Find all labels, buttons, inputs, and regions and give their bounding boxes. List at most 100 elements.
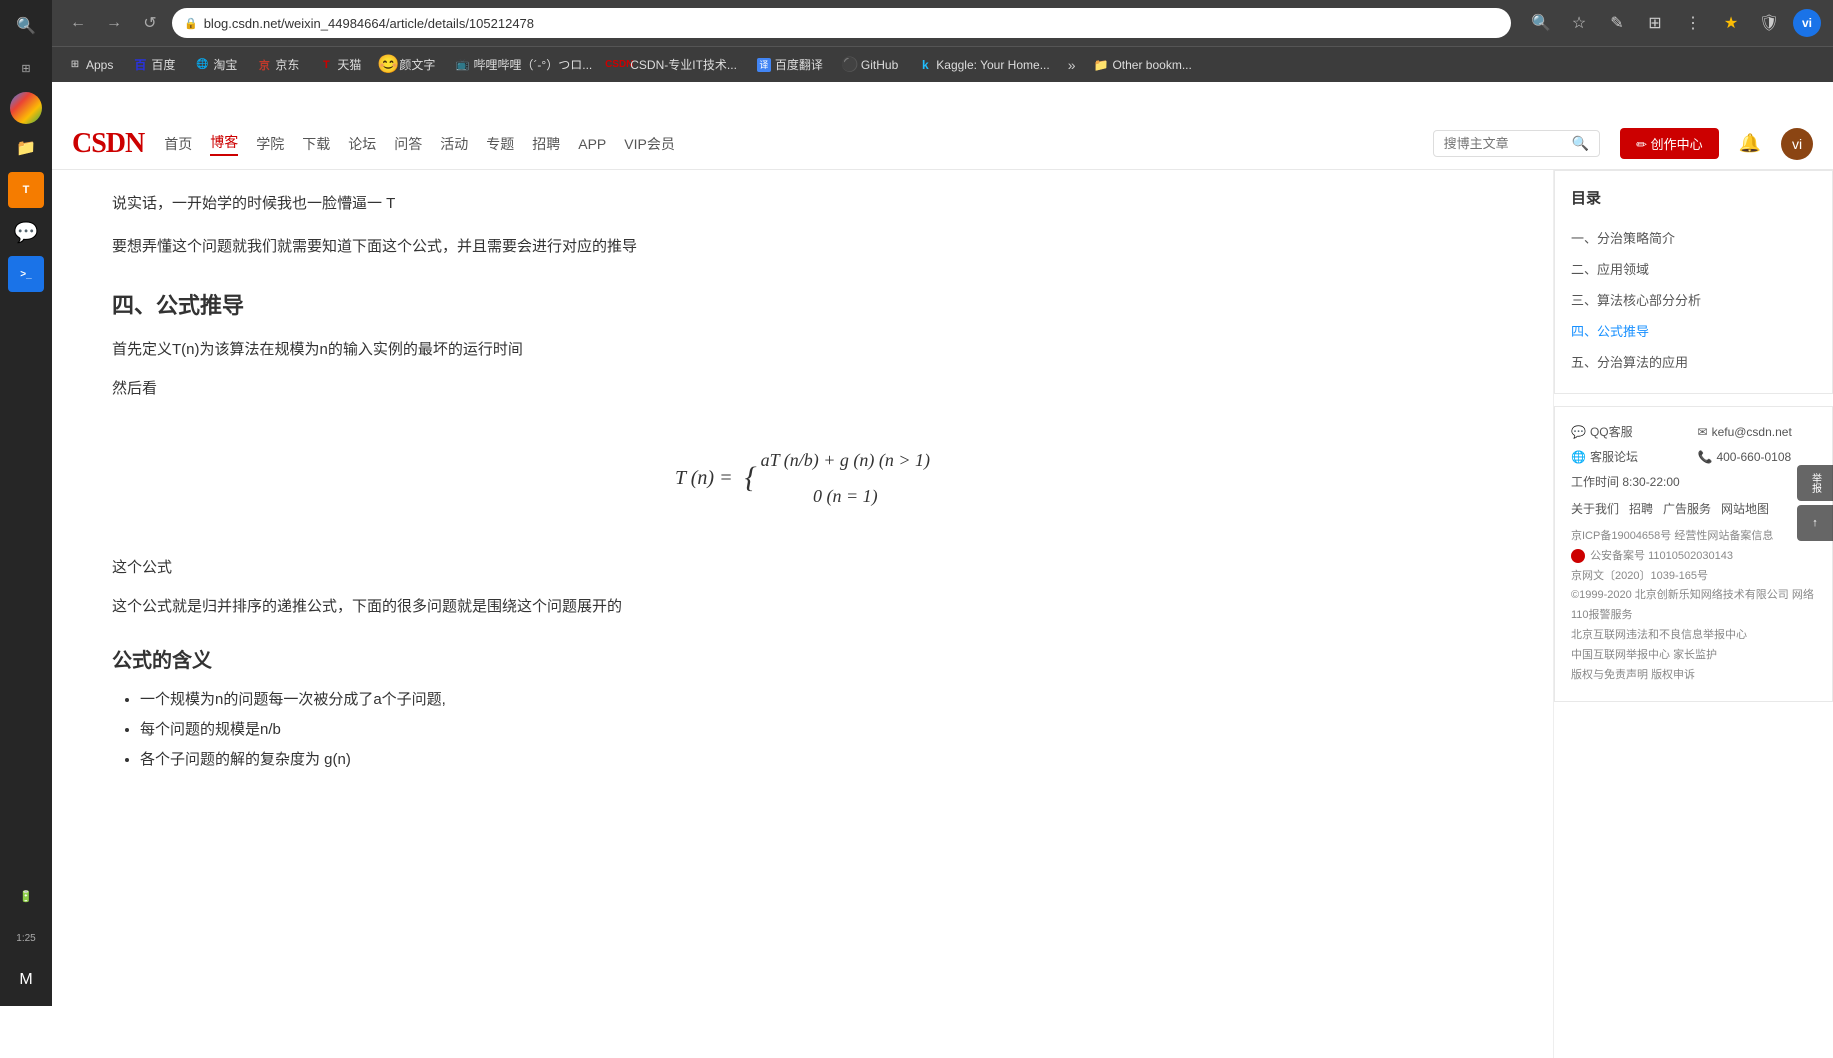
csdn-logo[interactable]: CSDN <box>72 128 144 160</box>
bilibili-icon: 📺 <box>455 58 469 72</box>
bookmark-more[interactable]: » <box>1062 53 1082 77</box>
bookmark-tmall[interactable]: T 天猫 <box>311 52 369 77</box>
page-wrapper: 说实话，一开始学的时候我也一脸懵逼一 T 要想弄懂这个问题就我们就需要知道下面这… <box>52 170 1833 1058</box>
formula-case2: 0 (n = 1) <box>813 486 878 506</box>
formula-lhs: T (n) = <box>675 442 745 514</box>
os-icon-app4[interactable]: 💬 <box>8 214 44 250</box>
bookmark-apps[interactable]: ⊞ Apps <box>60 54 121 76</box>
bookmark-bilibili[interactable]: 📺 哔哩哔哩（´-°）つロ... <box>447 52 600 77</box>
pen-icon[interactable]: ✎ <box>1603 9 1631 37</box>
jd-icon: 京 <box>257 58 271 72</box>
internet-report-link[interactable]: 中国互联网举报中心 <box>1571 649 1670 661</box>
bookmark-kaggle[interactable]: k Kaggle: Your Home... <box>910 54 1057 76</box>
os-icon-app6[interactable]: M <box>8 962 44 998</box>
qq-service: 💬 QQ客服 <box>1571 423 1690 440</box>
create-button[interactable]: ✏ 创作中心 <box>1620 128 1719 159</box>
intro-text-1: 说实话，一开始学的时候我也一脸懵逼一 T <box>112 190 1493 217</box>
kaggle-icon: k <box>918 58 932 72</box>
menu-icon[interactable]: ⋮ <box>1679 9 1707 37</box>
os-icon-chrome[interactable] <box>10 92 42 124</box>
nav-forum[interactable]: 论坛 <box>348 134 376 154</box>
phone-icon: 📞 <box>1698 450 1713 464</box>
sitemap-link[interactable]: 网站地图 <box>1721 500 1769 517</box>
this-formula-text: 这个公式 <box>112 554 1493 581</box>
nav-vip[interactable]: VIP会员 <box>624 134 675 154</box>
toc-item-4[interactable]: 四、公式推导 <box>1571 315 1816 346</box>
taobao-icon: 🌐 <box>195 58 209 72</box>
apps-label: Apps <box>86 58 113 72</box>
bullet-list: 一个规模为n的问题每一次被分成了a个子问题, 每个问题的规模是n/b 各个子问题… <box>112 685 1493 775</box>
copyright-line: ©1999-2020 北京创新乐知网络技术有限公司 网络110报警服务 <box>1571 586 1816 626</box>
user-avatar[interactable]: vi <box>1781 128 1813 160</box>
reload-button[interactable]: ↺ <box>136 9 164 37</box>
toc-item-1[interactable]: 一、分治策略简介 <box>1571 222 1816 253</box>
about-link[interactable]: 关于我们 <box>1571 500 1619 517</box>
report-button[interactable]: 举报 <box>1797 465 1833 501</box>
work-hours: 工作时间 8:30-22:00 <box>1571 473 1816 490</box>
nav-home[interactable]: 首页 <box>164 134 192 154</box>
search-icon-btn[interactable]: 🔍 <box>1527 9 1555 37</box>
fav-star-icon[interactable]: ★ <box>1717 9 1745 37</box>
bookmark-emoji[interactable]: 😊 颜文字 <box>373 52 443 77</box>
copyright-text: ©1999-2020 北京创新乐知网络技术有限公司 <box>1571 589 1789 601</box>
os-icon-app1[interactable]: ⊞ <box>8 50 44 86</box>
bookmark-jd[interactable]: 京 京东 <box>249 52 307 77</box>
toc-item-2[interactable]: 二、应用领域 <box>1571 253 1816 284</box>
profile-avatar[interactable]: vi <box>1793 9 1821 37</box>
nav-download[interactable]: 下载 <box>302 134 330 154</box>
ad-link[interactable]: 广告服务 <box>1663 500 1711 517</box>
nav-jobs[interactable]: 招聘 <box>532 134 560 154</box>
nav-qa[interactable]: 问答 <box>394 134 422 154</box>
nav-app[interactable]: APP <box>578 136 606 152</box>
bookmark-other[interactable]: 📁 Other bookm... <box>1086 54 1200 76</box>
back-button[interactable]: ← <box>64 9 92 37</box>
bell-icon[interactable]: 🔔 <box>1739 133 1761 154</box>
contact-box: 💬 QQ客服 ✉ kefu@csdn.net 🌐 客服论坛 📞 400-660-… <box>1554 406 1833 702</box>
nav-academy[interactable]: 学院 <box>256 134 284 154</box>
bullet-item-1: 一个规模为n的问题每一次被分成了a个子问题, <box>140 685 1493 715</box>
jingwen-line: 京网文〔2020〕1039-165号 <box>1571 567 1816 587</box>
search-box[interactable]: 🔍 <box>1433 130 1600 157</box>
os-icon-app5[interactable]: >_ <box>8 256 44 292</box>
os-icon-app3[interactable]: T <box>8 172 44 208</box>
jobs-link[interactable]: 招聘 <box>1629 500 1653 517</box>
extensions-icon[interactable]: ⊞ <box>1641 9 1669 37</box>
bilibili-label: 哔哩哔哩（´-°）つロ... <box>473 56 592 73</box>
address-bar[interactable]: 🔒 blog.csdn.net/weixin_44984664/article/… <box>172 8 1511 38</box>
translate-icon: 译 <box>757 58 771 72</box>
forward-button[interactable]: → <box>100 9 128 37</box>
bookmark-translate[interactable]: 译 百度翻译 <box>749 52 831 77</box>
os-icon-app2[interactable]: 📁 <box>8 130 44 166</box>
bookmark-baidu[interactable]: 百 百度 <box>125 52 183 77</box>
bookmark-csdn[interactable]: CSDN CSDN-专业IT技术... <box>604 52 745 77</box>
nav-icons: 🔍 ☆ ✎ ⊞ ⋮ ★ 🛡 vi <box>1527 9 1821 37</box>
nav-blog[interactable]: 博客 <box>210 132 238 156</box>
formula-meaning-title: 公式的含义 <box>112 644 1493 673</box>
copyright2-link[interactable]: 版权申诉 <box>1651 669 1695 681</box>
toc-item-3[interactable]: 三、算法核心部分分析 <box>1571 284 1816 315</box>
bookmark-taobao[interactable]: 🌐 淘宝 <box>187 52 245 77</box>
bookmark-github[interactable]: ⚫ GitHub <box>835 54 906 76</box>
shield-icon[interactable]: 🛡 <box>1755 9 1783 37</box>
csdn-header: CSDN 首页 博客 学院 下载 论坛 问答 活动 专题 招聘 APP VIP会… <box>52 118 1833 170</box>
nav-special[interactable]: 专题 <box>486 134 514 154</box>
icp-line1: 京ICP备19004658号 经营性网站备案信息 <box>1571 527 1816 547</box>
rights-link[interactable]: 版权与免责声明 <box>1571 669 1648 681</box>
right-sidebar: 目录 一、分治策略简介 二、应用领域 三、算法核心部分分析 四、公式推导 五、分… <box>1553 170 1833 1058</box>
search-input[interactable] <box>1444 136 1564 151</box>
github-icon: ⚫ <box>843 58 857 72</box>
internet-law-link[interactable]: 北京互联网违法和不良信息举报中心 <box>1571 629 1747 641</box>
nav-activity[interactable]: 活动 <box>440 134 468 154</box>
icp1: 京ICP备19004658号 <box>1571 530 1671 542</box>
formula-brace: { <box>745 442 761 514</box>
forum-label: 客服论坛 <box>1590 448 1638 465</box>
search-icon: 🔍 <box>1572 135 1589 152</box>
toc-item-5[interactable]: 五、分治算法的应用 <box>1571 346 1816 377</box>
star-empty-icon[interactable]: ☆ <box>1565 9 1593 37</box>
formula-block: T (n) = { aT (n/b) + g (n) (n > 1) 0 (n … <box>112 426 1493 530</box>
contact-links: 关于我们 招聘 广告服务 网站地图 <box>1571 500 1816 517</box>
os-icon-search[interactable]: 🔍 <box>8 8 44 44</box>
police-text: 公安备案号 11010502030143 <box>1590 550 1733 562</box>
family-link[interactable]: 家长监护 <box>1673 649 1717 661</box>
scroll-top-button[interactable]: ↑ <box>1797 505 1833 541</box>
